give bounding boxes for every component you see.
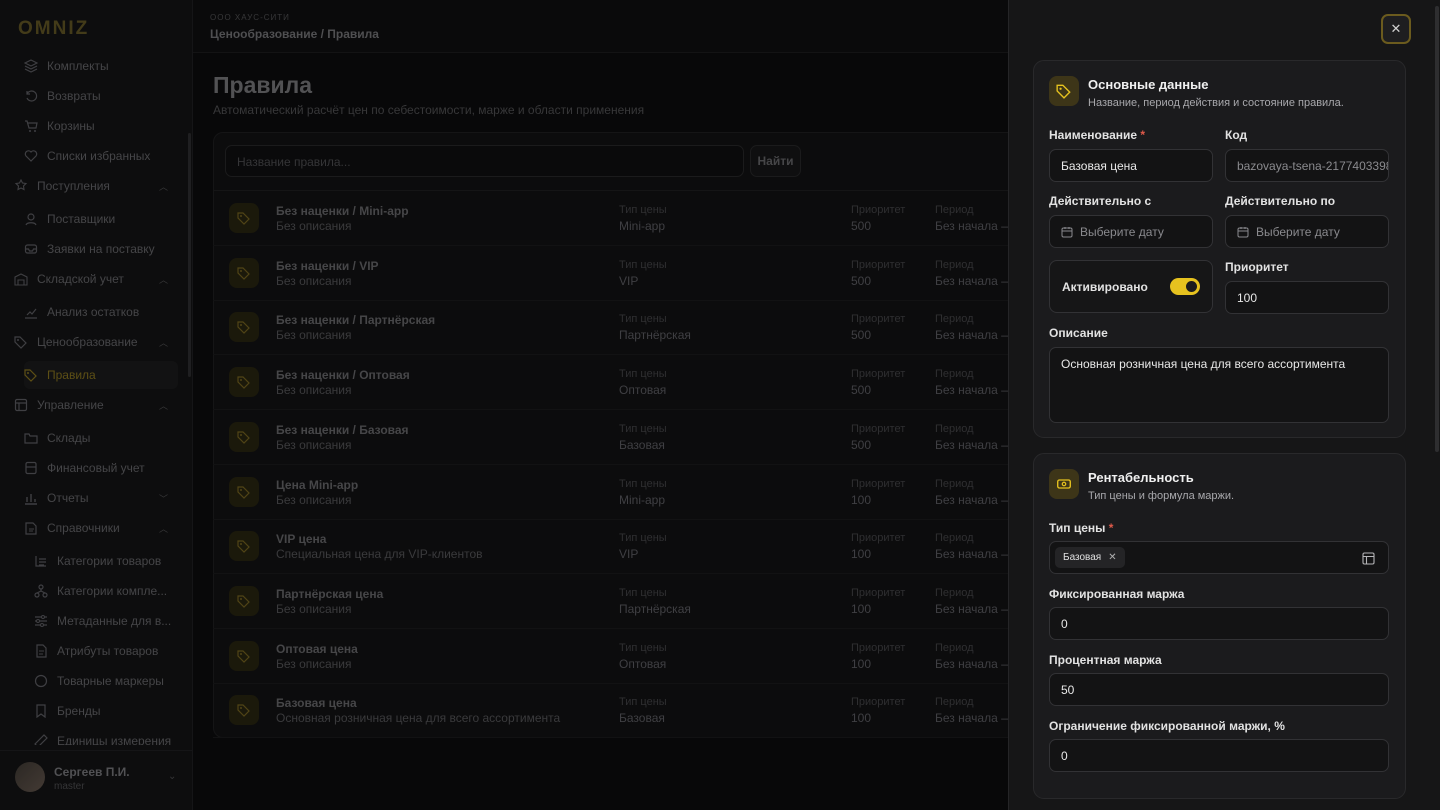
description-textarea[interactable]: Основная розничная цена для всего ассорт… bbox=[1049, 347, 1389, 423]
valid-from-label: Действительно с bbox=[1049, 194, 1152, 208]
price-type-chip: Базовая ✕ bbox=[1055, 547, 1125, 568]
table-icon[interactable] bbox=[1362, 552, 1375, 565]
fixed-margin-label: Фиксированная маржа bbox=[1049, 587, 1185, 601]
active-toggle-box: Активировано bbox=[1049, 260, 1213, 313]
active-label: Активировано bbox=[1062, 280, 1148, 294]
name-field[interactable]: Базовая цена bbox=[1049, 149, 1213, 182]
basic-data-card: Основные данные Название, период действи… bbox=[1033, 60, 1406, 438]
calendar-icon bbox=[1237, 226, 1249, 237]
price-type-select[interactable]: Базовая ✕ bbox=[1049, 541, 1389, 574]
card-subtitle: Название, период действия и состояние пр… bbox=[1088, 97, 1344, 109]
close-icon: ✕ bbox=[1390, 21, 1402, 36]
remove-chip-icon[interactable]: ✕ bbox=[1108, 552, 1116, 563]
valid-to-label: Действительно по bbox=[1225, 194, 1336, 208]
price-type-label: Тип цены * bbox=[1049, 521, 1114, 535]
close-button[interactable]: ✕ bbox=[1381, 14, 1411, 44]
percent-margin-field[interactable]: 50 bbox=[1049, 673, 1389, 706]
valid-to-datepicker[interactable]: Выберите дату bbox=[1225, 215, 1389, 248]
calendar-icon bbox=[1061, 226, 1073, 237]
fixed-margin-field[interactable]: 0 bbox=[1049, 607, 1389, 640]
code-label: Код bbox=[1225, 128, 1248, 142]
valid-from-datepicker[interactable]: Выберите дату bbox=[1049, 215, 1213, 248]
percent-margin-label: Процентная маржа bbox=[1049, 653, 1162, 667]
margin-limit-label: Ограничение фиксированной маржи, % bbox=[1049, 719, 1285, 733]
card-title: Основные данные bbox=[1088, 77, 1209, 92]
money-icon bbox=[1049, 469, 1079, 499]
profitability-card: Рентабельность Тип цены и формула маржи.… bbox=[1033, 453, 1406, 799]
card-subtitle: Тип цены и формула маржи. bbox=[1088, 490, 1235, 502]
tag-icon bbox=[1049, 76, 1079, 106]
name-label: Наименование * bbox=[1049, 128, 1146, 142]
active-switch[interactable] bbox=[1170, 278, 1200, 295]
description-label: Описание bbox=[1049, 326, 1108, 340]
modal-overlay[interactable] bbox=[0, 0, 1008, 810]
app-root: OMNIZ Комплекты Возвраты Корзины Списки … bbox=[0, 0, 1440, 810]
card-title: Рентабельность bbox=[1088, 470, 1194, 485]
rule-edit-drawer: ✕ Основные данные Название, период дейст… bbox=[1008, 0, 1440, 810]
code-field[interactable]: bazovaya-tsena-2177403398 bbox=[1225, 149, 1389, 182]
priority-label: Приоритет bbox=[1225, 260, 1289, 274]
drawer-scrollbar[interactable] bbox=[1435, 6, 1439, 452]
margin-limit-field[interactable]: 0 bbox=[1049, 739, 1389, 772]
priority-field[interactable]: 100 bbox=[1225, 281, 1389, 314]
